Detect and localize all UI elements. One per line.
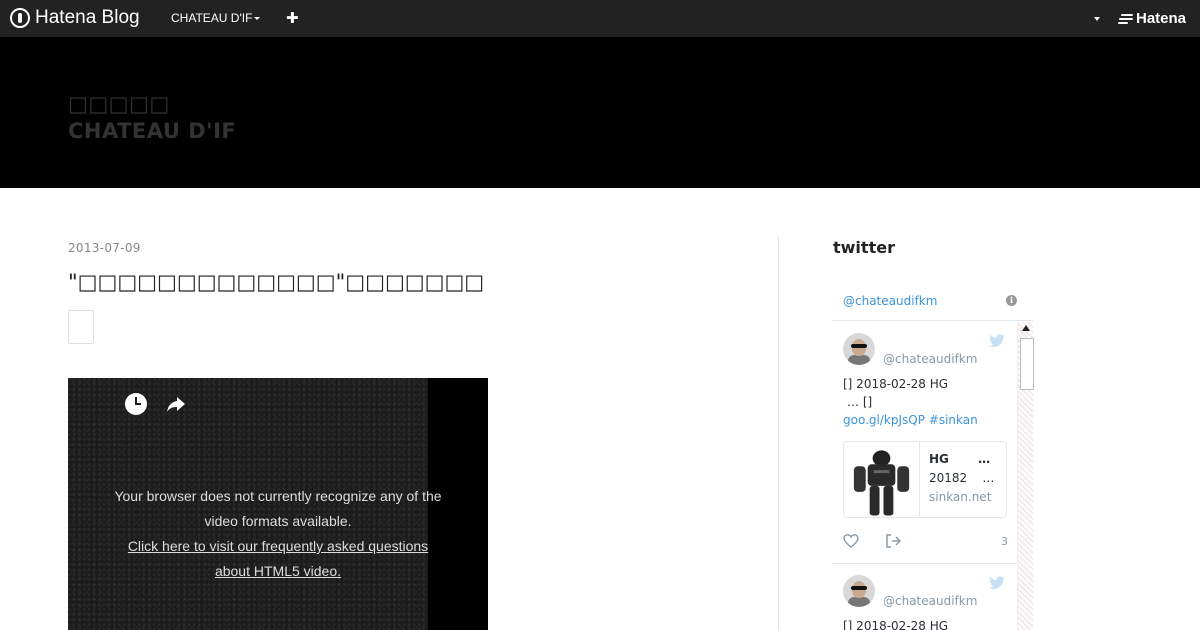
heart-icon[interactable] [843, 533, 859, 549]
card-description: 20182 … [929, 471, 995, 485]
social-share-button[interactable] [68, 310, 94, 344]
html5-faq-link-line2: about HTML5 video. [214, 563, 342, 579]
tweet-username[interactable]: @chateaudifkm [883, 594, 977, 608]
scroll-up-arrow-icon[interactable] [1022, 325, 1030, 331]
tweet-actions: 3 [843, 533, 1008, 549]
tweet-link[interactable]: goo.gl/kpJsQP [843, 413, 925, 427]
twitter-timeline-widget: @chateaudifkm i @chateaudifkm [] 2018-02… [832, 284, 1034, 630]
twitter-bird-icon[interactable] [988, 334, 1006, 348]
blog-title-line2: CHATEAU D'IF [68, 119, 237, 143]
tweet-text: [] 2018-02-28 HG … [] goo.gl/kpJsQP #sin… [843, 375, 1008, 429]
twitter-widget-header: @chateaudifkm i [832, 284, 1033, 321]
hatena-blog-logo-icon [10, 8, 30, 28]
card-title: HG … [929, 452, 991, 466]
tweet-text: [] 2018-02-28 HG [843, 617, 1008, 630]
video-player[interactable]: Your browser does not currently recogniz… [68, 378, 488, 630]
robot-figure-image [844, 442, 920, 517]
tweet-hashtag[interactable]: #sinkan [929, 413, 978, 427]
blog-name-menu[interactable]: CHATEAU D'IF [171, 11, 261, 25]
html5-faq-link[interactable]: Click here to visit our frequently asked… [98, 534, 458, 584]
link-card[interactable]: HG … 20182 … sinkan.net [843, 441, 1007, 518]
video-unsupported-message: Your browser does not currently recogniz… [98, 484, 458, 584]
video-message-line1: Your browser does not currently recogniz… [114, 488, 442, 504]
tweet-text-line2: … [] [847, 395, 873, 409]
add-entry-button[interactable]: ✚ [286, 9, 299, 27]
widget-scrollbar[interactable] [1017, 322, 1034, 630]
global-header: Hatena Blog CHATEAU D'IF ✚ Hatena [0, 0, 1200, 37]
blog-name-label: CHATEAU D'IF [171, 11, 253, 25]
blog-title[interactable]: □□□□□ CHATEAU D'IF [68, 91, 236, 145]
tweet-text-line1: [] 2018-02-28 HG [843, 619, 949, 630]
hatena-wing-icon [1118, 12, 1134, 26]
tweet[interactable]: @chateaudifkm [] 2018-02-28 HG [832, 564, 1017, 630]
video-message-line2: video formats available. [204, 513, 352, 529]
tweet[interactable]: @chateaudifkm [] 2018-02-28 HG … [] goo.… [832, 322, 1017, 564]
like-count: 3 [1001, 535, 1008, 548]
card-domain: sinkan.net [929, 490, 992, 504]
entry-date[interactable]: 2013-07-09 [68, 241, 141, 255]
info-icon[interactable]: i [1006, 295, 1017, 306]
tweet-text-line1: [] 2018-02-28 HG [843, 377, 949, 391]
tweet-username[interactable]: @chateaudifkm [883, 352, 977, 366]
scrollbar-thumb[interactable] [1020, 338, 1034, 390]
watch-later-icon[interactable] [125, 393, 147, 415]
entry-title[interactable]: "□□□□□□□□□□□□□"□□□□□□□ [68, 270, 484, 294]
hatena-logo-text: Hatena [1136, 10, 1187, 27]
twitter-bird-icon[interactable] [988, 576, 1006, 590]
hatena-logo[interactable]: Hatena [1118, 10, 1186, 27]
user-menu-dropdown-icon[interactable] [1094, 17, 1100, 21]
sidebar-module-title: twitter [833, 238, 895, 257]
avatar[interactable] [843, 575, 875, 607]
share-icon[interactable] [165, 393, 187, 415]
hatena-blog-logo-text: Hatena Blog [35, 7, 140, 28]
avatar[interactable] [843, 333, 875, 365]
share-icon[interactable] [885, 533, 901, 549]
sidebar-divider [778, 236, 779, 630]
twitter-handle-link[interactable]: @chateaudifkm [843, 294, 937, 308]
hatena-blog-logo[interactable]: Hatena Blog [10, 6, 140, 30]
html5-faq-link-line1: Click here to visit our frequently asked… [127, 538, 429, 554]
caret-down-icon [254, 17, 261, 21]
blog-title-banner: □□□□□ CHATEAU D'IF [0, 37, 1200, 188]
blog-title-line1: □□□□□ [68, 92, 170, 116]
